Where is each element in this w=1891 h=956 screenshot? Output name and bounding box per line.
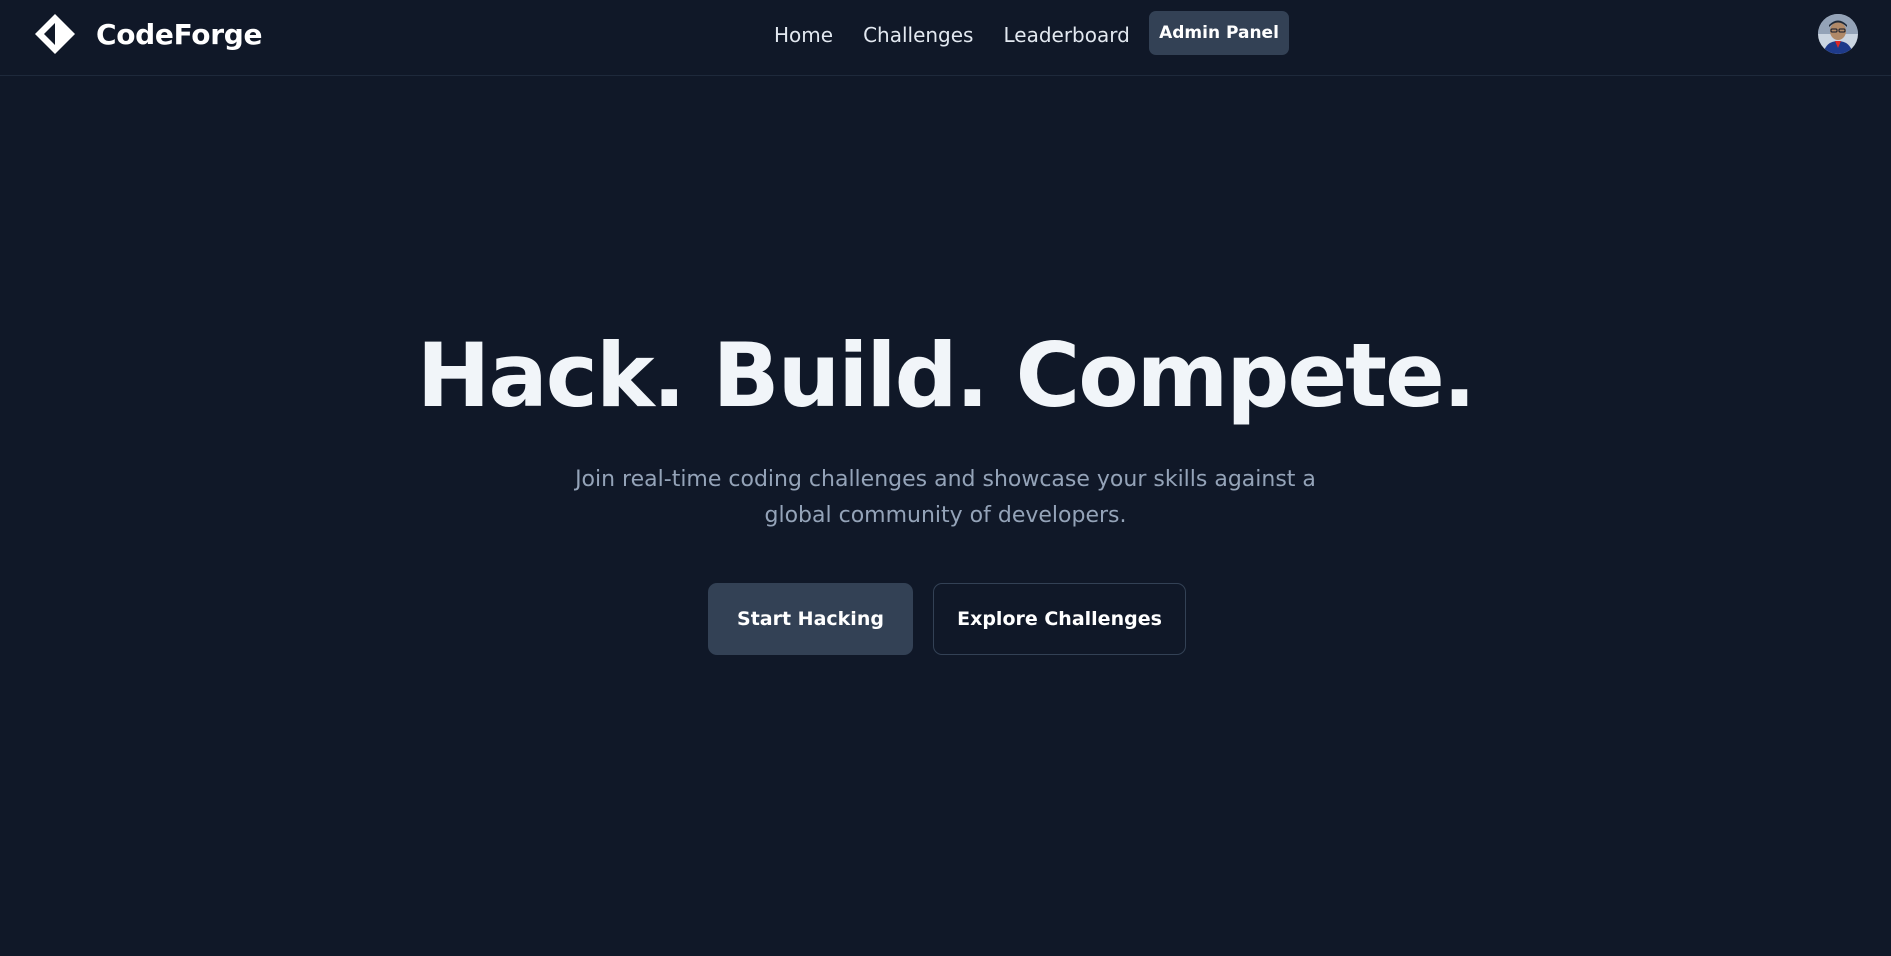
start-hacking-button[interactable]: Start Hacking bbox=[708, 583, 913, 655]
admin-panel-button[interactable]: Admin Panel bbox=[1149, 11, 1289, 55]
brand-name: CodeForge bbox=[96, 17, 263, 51]
cta-row: Start Hacking Explore Challenges bbox=[708, 583, 1186, 655]
user-avatar[interactable] bbox=[1818, 14, 1858, 54]
explore-challenges-button[interactable]: Explore Challenges bbox=[933, 583, 1186, 655]
hero-subtitle: Join real-time coding challenges and sho… bbox=[575, 467, 1316, 528]
user-avatar-icon bbox=[1818, 14, 1858, 54]
main-nav: Home Challenges Leaderboard bbox=[774, 22, 1160, 48]
hero-section: Hack. Build. Compete. Join real-time cod… bbox=[0, 76, 1891, 956]
diamond-logo-icon bbox=[35, 14, 75, 54]
hero-title: Hack. Build. Compete. bbox=[416, 324, 1476, 427]
top-navbar: CodeForge Home Challenges Leaderboard Ad… bbox=[0, 0, 1891, 76]
brand-home-link[interactable]: CodeForge bbox=[34, 14, 263, 54]
nav-link-leaderboard[interactable]: Leaderboard bbox=[1003, 23, 1129, 47]
nav-link-challenges[interactable]: Challenges bbox=[863, 23, 973, 47]
nav-link-home[interactable]: Home bbox=[774, 23, 833, 47]
